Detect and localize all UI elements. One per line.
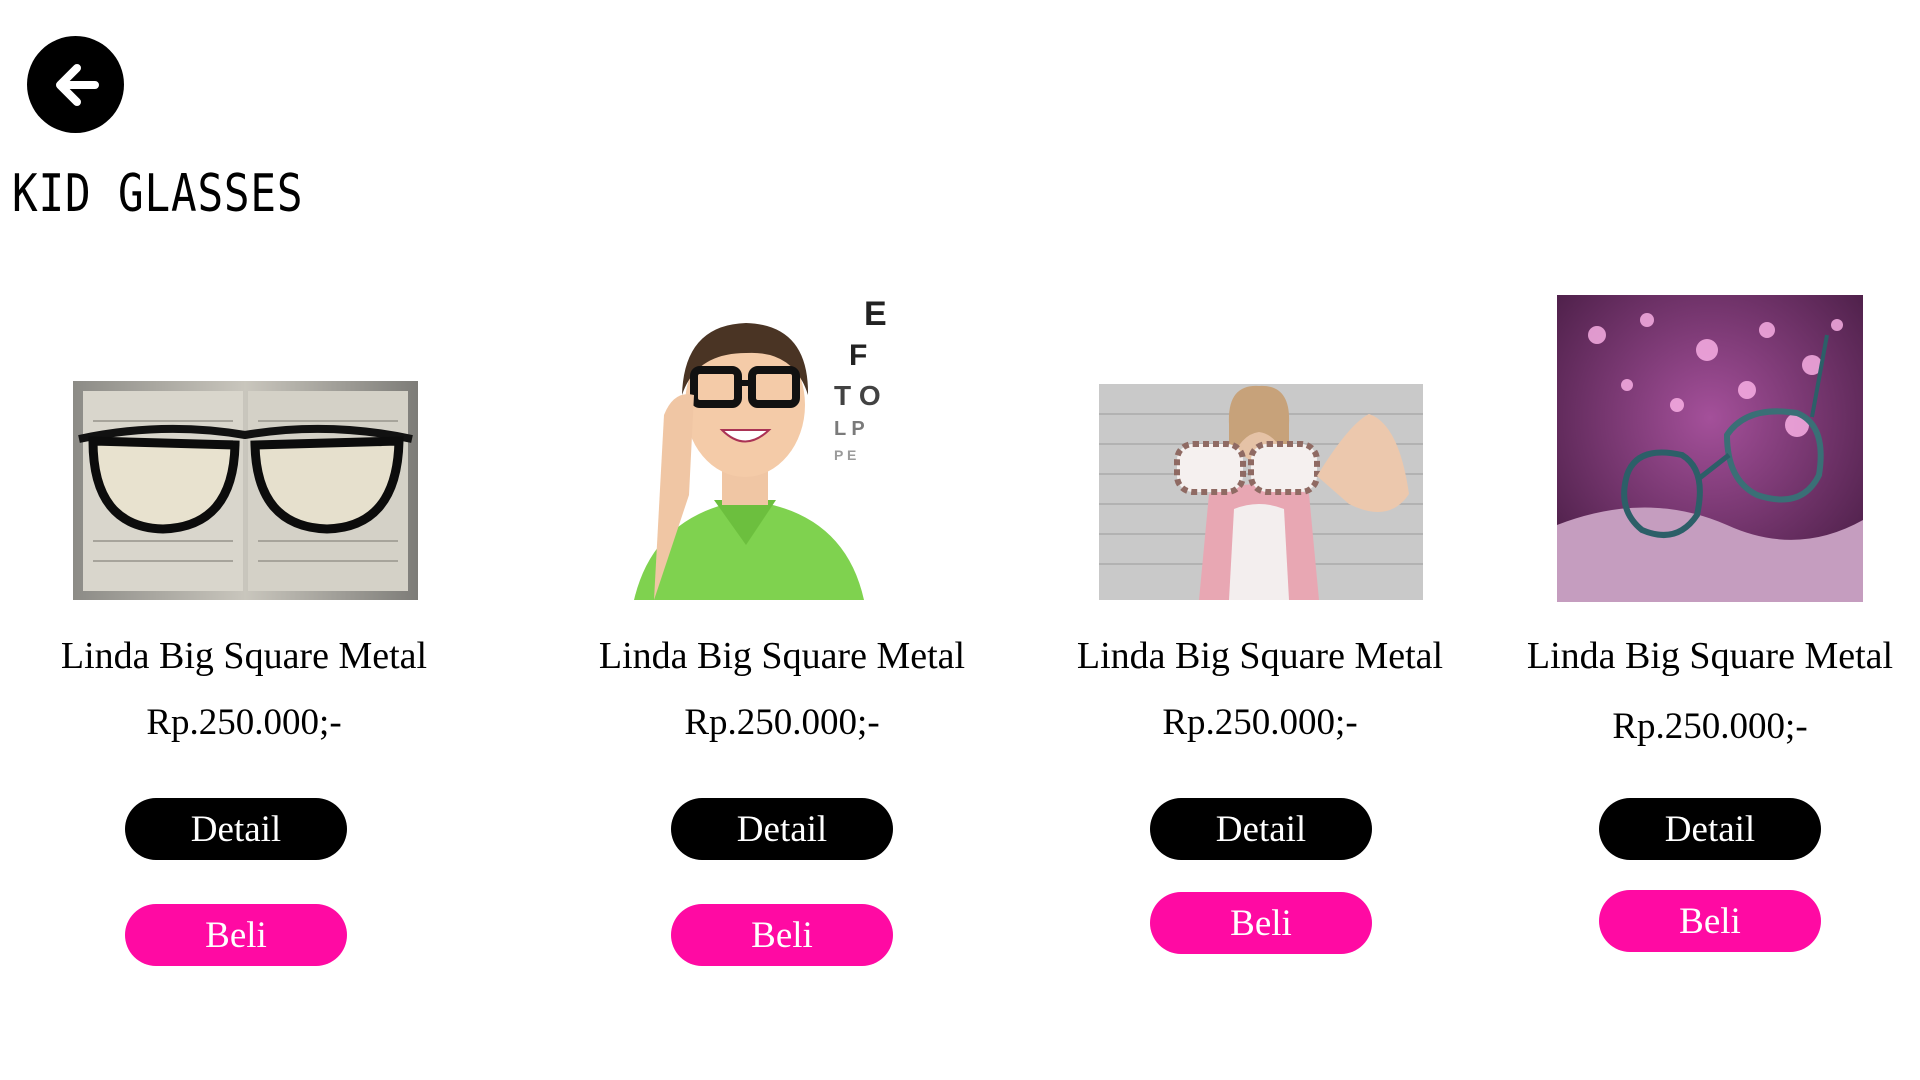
product-price: Rp.250.000;- bbox=[684, 702, 880, 743]
product-name: Linda Big Square Metal bbox=[1526, 635, 1894, 677]
svg-text:P E: P E bbox=[834, 447, 856, 463]
buy-button[interactable]: Beli bbox=[1599, 890, 1821, 952]
product-price: Rp.250.000;- bbox=[1612, 706, 1808, 747]
svg-text:E: E bbox=[864, 295, 887, 333]
product-image[interactable] bbox=[73, 381, 418, 600]
product-card: Linda Big Square Metal Rp.250.000;- Deta… bbox=[34, 0, 454, 1080]
product-name: Linda Big Square Metal bbox=[1076, 635, 1444, 677]
detail-button[interactable]: Detail bbox=[1150, 798, 1372, 860]
buy-button[interactable]: Beli bbox=[671, 904, 893, 966]
svg-text:T O: T O bbox=[834, 380, 881, 411]
product-name: Linda Big Square Metal bbox=[598, 635, 966, 677]
buy-button[interactable]: Beli bbox=[1150, 892, 1372, 954]
product-card: Linda Big Square Metal Rp.250.000;- Deta… bbox=[1050, 0, 1470, 1080]
product-card: E F T O L P P E Linda Big Square Metal R… bbox=[572, 0, 992, 1080]
product-price: Rp.250.000;- bbox=[146, 702, 342, 743]
product-image[interactable]: E F T O L P P E bbox=[594, 295, 899, 600]
buy-button[interactable]: Beli bbox=[125, 904, 347, 966]
detail-button[interactable]: Detail bbox=[125, 798, 347, 860]
detail-button[interactable]: Detail bbox=[1599, 798, 1821, 860]
product-image[interactable] bbox=[1099, 384, 1423, 600]
svg-text:F: F bbox=[849, 339, 867, 372]
detail-button[interactable]: Detail bbox=[671, 798, 893, 860]
product-image[interactable] bbox=[1557, 295, 1863, 602]
svg-text:L P: L P bbox=[834, 418, 865, 440]
product-card: Linda Big Square Metal Rp.250.000;- Deta… bbox=[1500, 0, 1920, 1080]
product-name: Linda Big Square Metal bbox=[60, 635, 428, 677]
product-price: Rp.250.000;- bbox=[1162, 702, 1358, 743]
